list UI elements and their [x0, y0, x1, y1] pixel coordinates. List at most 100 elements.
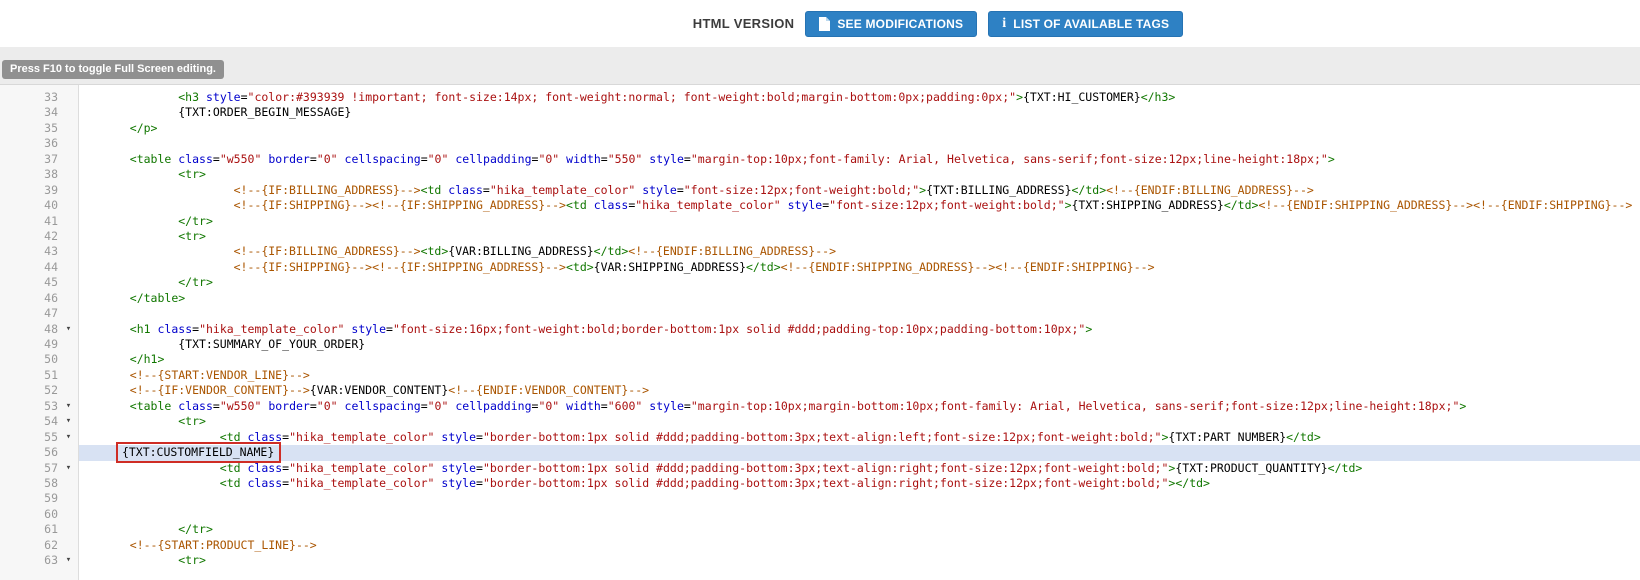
code-text: {TXT:SUMMARY_OF_YOUR_ORDER} — [109, 337, 366, 351]
fullscreen-hint-tooltip: Press F10 to toggle Full Screen editing. — [2, 60, 224, 79]
code-text: </table> — [129, 290, 186, 305]
code-line-50[interactable]: 50 </h1> — [0, 352, 1640, 367]
code-line-61[interactable]: 61 </tr> — [0, 522, 1640, 537]
code-line-45[interactable]: 45 </tr> — [0, 275, 1640, 290]
code-text: <!--{START:PRODUCT_LINE}--> — [129, 537, 317, 552]
code-line-39[interactable]: 39 <!--{IF:BILLING_ADDRESS}--><td class=… — [0, 183, 1640, 198]
line-number: 40 — [0, 198, 79, 213]
line-number: 55 ▾ — [0, 430, 79, 445]
line-number: 48 ▾ — [0, 322, 79, 337]
code-line-38[interactable]: 38 <tr> — [0, 167, 1640, 182]
code-line-52[interactable]: 52 <!--{IF:VENDOR_CONTENT}-->{VAR:VENDOR… — [0, 383, 1640, 398]
code-line-59[interactable]: 59 — [0, 491, 1640, 506]
fold-arrow-icon[interactable]: ▾ — [58, 430, 79, 445]
code-line-44[interactable]: 44 <!--{IF:SHIPPING}--><!--{IF:SHIPPING_… — [0, 260, 1640, 275]
code-text: <!--{IF:VENDOR_CONTENT}-->{VAR:VENDOR_CO… — [129, 383, 650, 398]
code-line-47[interactable]: 47 — [0, 306, 1640, 321]
code-text: <td class="hika_template_color" style="b… — [219, 429, 1321, 444]
code-line-43[interactable]: 43 <!--{IF:BILLING_ADDRESS}--><td>{VAR:B… — [0, 244, 1640, 259]
line-number: 49 — [0, 337, 79, 352]
list-available-tags-button[interactable]: i LIST OF AVAILABLE TAGS — [988, 10, 1184, 37]
code-line-60[interactable]: 60 — [0, 507, 1640, 522]
code-text: <!--{IF:SHIPPING}--><!--{IF:SHIPPING_ADD… — [233, 259, 1155, 274]
line-number: 37 — [0, 152, 79, 167]
code-line-40[interactable]: 40 <!--{IF:SHIPPING}--><!--{IF:SHIPPING_… — [0, 198, 1640, 213]
code-text: {TXT:CUSTOMFIELD_NAME} — [79, 442, 1640, 464]
code-line-57[interactable]: 57 ▾ <td class="hika_template_color" styl… — [0, 461, 1640, 476]
line-number: 42 — [0, 229, 79, 244]
line-number: 46 — [0, 291, 79, 306]
code-line-42[interactable]: 42 <tr> — [0, 229, 1640, 244]
code-text: <table class="w550" border="0" cellspaci… — [129, 398, 1467, 413]
line-number: 44 — [0, 260, 79, 275]
code-line-33[interactable]: 33 <h3 style="color:#393939 !important; … — [0, 90, 1640, 105]
fold-arrow-icon[interactable]: ▾ — [58, 414, 79, 429]
code-line-49[interactable]: 49 {TXT:SUMMARY_OF_YOUR_ORDER} — [0, 337, 1640, 352]
line-number: 41 — [0, 214, 79, 229]
line-number: 61 — [0, 522, 79, 537]
line-number: 56 — [0, 445, 79, 460]
code-text: <table class="w550" border="0" cellspaci… — [129, 151, 1335, 166]
line-number: 57 ▾ — [0, 461, 79, 476]
code-text: <td class="hika_template_color" style="b… — [219, 475, 1210, 490]
line-number: 47 — [0, 306, 79, 321]
code-line-34[interactable]: 34 {TXT:ORDER_BEGIN_MESSAGE} — [0, 105, 1640, 120]
code-line-62[interactable]: 62 <!--{START:PRODUCT_LINE}--> — [0, 538, 1640, 553]
code-text: <!--{IF:BILLING_ADDRESS}--><td class="hi… — [233, 182, 1314, 197]
code-text: </tr> — [178, 522, 213, 537]
info-icon: i — [1002, 15, 1007, 31]
line-number: 43 — [0, 244, 79, 259]
code-text: <h3 style="color:#393939 !important; fon… — [178, 90, 1176, 104]
fold-arrow-icon[interactable]: ▾ — [58, 322, 79, 337]
code-line-53[interactable]: 53 ▾ <table class="w550" border="0" cells… — [0, 399, 1640, 414]
code-line-48[interactable]: 48 ▾ <h1 class="hika_template_color" styl… — [0, 322, 1640, 337]
line-number: 62 — [0, 538, 79, 553]
line-number: 51 — [0, 368, 79, 383]
code-editor[interactable]: 33 <h3 style="color:#393939 !important; … — [0, 84, 1640, 580]
code-line-58[interactable]: 58 <td class="hika_template_color" style… — [0, 476, 1640, 491]
code-line-54[interactable]: 54 ▾ <tr> — [0, 414, 1640, 429]
line-number: 59 — [0, 491, 79, 506]
code-text: <tr> — [178, 228, 206, 243]
code-text: <!--{IF:BILLING_ADDRESS}--><td>{VAR:BILL… — [233, 244, 837, 259]
fold-arrow-icon[interactable]: ▾ — [58, 553, 79, 568]
code-line-36[interactable]: 36 — [0, 136, 1640, 151]
code-text: <h1 class="hika_template_color" style="f… — [129, 321, 1093, 336]
code-line-51[interactable]: 51 <!--{START:VENDOR_LINE}--> — [0, 368, 1640, 383]
fold-arrow-icon[interactable]: ▾ — [58, 399, 79, 414]
line-number: 52 — [0, 383, 79, 398]
code-line-37[interactable]: 37 <table class="w550" border="0" cellsp… — [0, 152, 1640, 167]
see-modifications-button[interactable]: SEE MODIFICATIONS — [805, 10, 978, 37]
code-line-41[interactable]: 41 </tr> — [0, 214, 1640, 229]
code-line-63[interactable]: 63 ▾ <tr> — [0, 553, 1640, 568]
code-text: </p> — [129, 120, 158, 135]
code-line-46[interactable]: 46 </table> — [0, 291, 1640, 306]
code-line-56[interactable]: 56 {TXT:CUSTOMFIELD_NAME} — [0, 442, 1640, 464]
code-lines: 33 <h3 style="color:#393939 !important; … — [0, 85, 1640, 569]
line-number: 35 — [0, 121, 79, 136]
line-number: 34 — [0, 105, 79, 120]
code-line-35[interactable]: 35 </p> — [0, 121, 1640, 136]
code-text: </tr> — [178, 275, 213, 290]
fold-arrow-icon[interactable]: ▾ — [58, 461, 79, 476]
